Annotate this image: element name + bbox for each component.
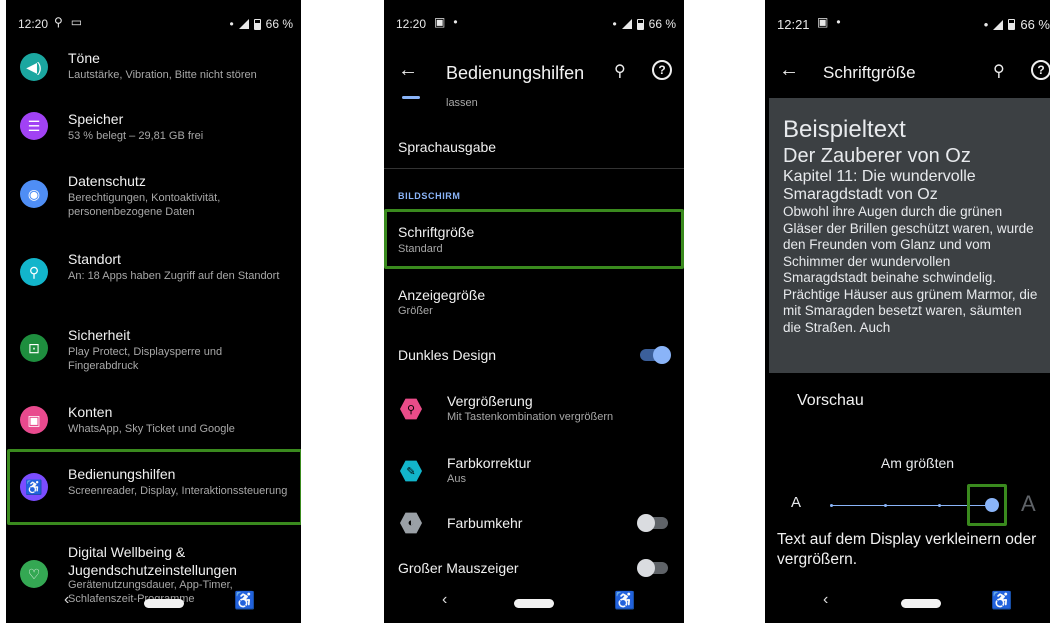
signal-icon	[993, 19, 1004, 30]
preview-chapter: Kapitel 11: Die wundervolle Smaragdstadt…	[783, 168, 976, 203]
settings-item-privacy[interactable]: ◉ Datenschutz Berechtigungen, Kontoaktiv…	[6, 170, 301, 230]
app-bar: ← Bedienungshilfen ⚲ ?	[384, 50, 684, 94]
highlight-frame	[384, 209, 684, 269]
large-a-label: A	[1021, 491, 1036, 516]
accessibility-screen: 12:20 ▣ • • 66 % ← Bedienungshilfen ⚲ ? …	[384, 0, 684, 623]
help-icon[interactable]: ?	[1031, 60, 1050, 80]
status-bar: 12:20 ▣ • • 66 %	[396, 15, 676, 31]
color-picker-icon: ✎	[400, 460, 422, 482]
back-icon[interactable]: ‹	[823, 591, 828, 609]
dot-icon: •	[453, 15, 458, 29]
display-size-item[interactable]: Anzeigegröße Größer	[384, 280, 684, 330]
battery-icon	[253, 18, 261, 30]
tts-item[interactable]: Sprachausgabe	[398, 139, 496, 155]
font-size-level-label: Am größten	[880, 455, 955, 471]
back-arrow-icon[interactable]: ←	[398, 59, 418, 82]
accessibility-shortcut-icon[interactable]: ♿	[234, 591, 255, 611]
status-time: 12:20	[396, 17, 427, 31]
magnification-item[interactable]: ⚲ Vergrößerung Mit Tastenkombination ver…	[384, 390, 684, 430]
color-inversion-item[interactable]: ◐ Farbumkehr	[384, 508, 684, 538]
search-icon[interactable]: ⚲	[614, 61, 626, 81]
preview-label: Vorschau	[797, 392, 864, 409]
section-header: BILDSCHIRM	[398, 191, 461, 201]
battery-icon	[1008, 19, 1016, 30]
large-pointer-item[interactable]: Großer Mauszeiger	[384, 553, 684, 583]
highlight-frame	[967, 484, 1007, 526]
signal-icon	[621, 19, 632, 29]
lock-icon: ⊡	[20, 334, 48, 362]
scroll-indicator	[402, 96, 420, 99]
dark-theme-toggle[interactable]	[640, 346, 671, 364]
dot-icon: •	[229, 17, 234, 31]
navigation-bar: ‹ ♿	[384, 583, 684, 623]
battery-icon	[636, 18, 644, 30]
settings-item-security[interactable]: ⊡ Sicherheit Play Protect, Displaysperre…	[6, 324, 301, 384]
dot-icon: •	[836, 15, 841, 29]
color-inversion-toggle[interactable]	[637, 514, 668, 532]
status-time: 12:20	[18, 17, 49, 31]
highlight-frame	[7, 449, 301, 525]
account-icon: ▣	[20, 406, 48, 434]
color-correction-item[interactable]: ✎ Farbkorrektur Aus	[384, 452, 684, 492]
volume-icon: ◀)	[20, 53, 48, 81]
settings-item-storage[interactable]: ☰ Speicher 53 % belegt – 29,81 GB frei	[6, 108, 301, 156]
small-a-label: A	[791, 494, 802, 511]
preview-book-title: Der Zauberer von Oz	[783, 145, 971, 167]
settings-item-location[interactable]: ⚲ Standort An: 18 Apps haben Zugriff auf…	[6, 248, 301, 308]
settings-screen: 12:20 ⚲ ▭ • 66 % ◀) Töne Lautstärke, Vib…	[6, 0, 301, 623]
page-title: Bedienungshilfen	[446, 63, 585, 83]
back-icon[interactable]: ‹	[64, 591, 69, 609]
battery-percent: 66 %	[1020, 17, 1050, 32]
battery-percent: 66 %	[265, 17, 293, 31]
invert-colors-icon: ◐	[400, 512, 422, 534]
navigation-bar: ‹ ♿	[6, 583, 301, 623]
magnifier-icon: ⚲	[400, 398, 422, 420]
storage-icon: ☰	[20, 112, 48, 140]
signal-icon	[238, 19, 249, 29]
divider	[384, 168, 684, 169]
back-icon[interactable]: ‹	[442, 591, 447, 609]
location-status-icon: ⚲	[54, 15, 63, 29]
back-arrow-icon[interactable]: ←	[779, 59, 799, 82]
accessibility-shortcut-icon[interactable]: ♿	[991, 591, 1012, 611]
image-status-icon: ▣	[434, 15, 446, 29]
image-status-icon: ▣	[817, 15, 829, 29]
preview-heading: Beispieltext	[783, 116, 906, 143]
navigation-bar: ‹ ♿	[765, 583, 1050, 623]
preview-panel: Beispieltext Der Zauberer von Oz Kapitel…	[769, 98, 1050, 373]
battery-percent: 66 %	[648, 17, 676, 31]
accessibility-shortcut-icon[interactable]: ♿	[614, 591, 635, 611]
search-icon[interactable]: ⚲	[993, 61, 1005, 81]
status-bar: 12:20 ⚲ ▭ • 66 %	[6, 0, 301, 40]
help-icon[interactable]: ?	[652, 60, 672, 80]
eye-icon: ◉	[20, 180, 48, 208]
home-pill[interactable]	[514, 599, 554, 608]
large-pointer-toggle[interactable]	[637, 559, 668, 577]
settings-item-accounts[interactable]: ▣ Konten WhatsApp, Sky Ticket und Google	[6, 401, 301, 449]
font-size-description: Text auf dem Display verkleinern oder ve…	[777, 531, 1037, 568]
page-title: Schriftgröße	[823, 63, 916, 82]
cast-status-icon: ▭	[70, 15, 83, 29]
location-icon: ⚲	[20, 258, 48, 286]
app-bar: ← Schriftgröße ⚲ ?	[765, 50, 1050, 94]
home-pill[interactable]	[144, 599, 184, 608]
settings-item-sound[interactable]: ◀) Töne Lautstärke, Vibration, Bitte nic…	[6, 45, 301, 93]
status-time: 12:21	[777, 17, 810, 32]
home-pill[interactable]	[901, 599, 941, 608]
preview-body: Obwohl ihre Augen durch die grünen Gläse…	[783, 204, 1038, 335]
font-size-screen: 12:21 ▣ • • 66 % ← Schriftgröße ⚲ ? Beis…	[765, 0, 1050, 623]
dark-theme-item[interactable]: Dunkles Design	[384, 340, 684, 370]
status-bar: 12:21 ▣ • • 66 %	[777, 15, 1050, 32]
